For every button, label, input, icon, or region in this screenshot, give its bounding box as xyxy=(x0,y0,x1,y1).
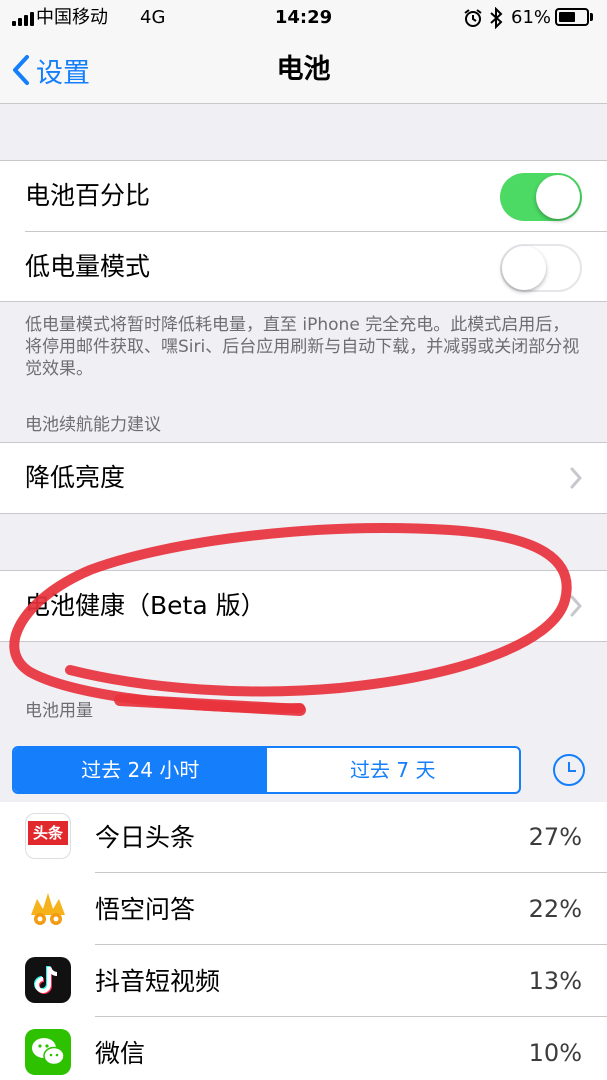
app-percent: 10% xyxy=(528,1039,582,1067)
bluetooth-icon xyxy=(489,6,503,30)
suggestions-header: 电池续航能力建议 xyxy=(25,415,161,435)
alarm-icon xyxy=(463,8,483,28)
tab-past-24-hours[interactable]: 过去 24 小时 xyxy=(14,748,267,792)
row-separator xyxy=(95,944,607,945)
douyin-icon xyxy=(25,957,71,1003)
app-percent: 22% xyxy=(528,895,582,923)
toggle-knob xyxy=(536,175,580,219)
list-item[interactable]: 悟空问答 22% xyxy=(0,874,607,945)
battery-icon xyxy=(555,8,589,26)
app-name: 抖音短视频 xyxy=(95,967,221,996)
low-power-mode-row: 低电量模式 xyxy=(0,232,607,302)
battery-health-label: 电池健康（Beta 版） xyxy=(25,591,266,620)
list-item[interactable]: 微信 10% xyxy=(0,1018,607,1080)
list-item[interactable]: 抖音短视频 13% xyxy=(0,946,607,1017)
battery-health-group: 电池健康（Beta 版） xyxy=(0,570,607,642)
toutiao-icon: 头条 xyxy=(25,813,71,859)
low-power-mode-label: 低电量模式 xyxy=(25,252,151,281)
battery-percentage-toggle[interactable] xyxy=(500,173,582,221)
battery-percent: 61% xyxy=(511,7,552,28)
toggle-group: 电池百分比 低电量模式 xyxy=(0,160,607,302)
row-separator xyxy=(95,872,607,873)
app-usage-list: 头条 今日头条 27% 悟空问答 22% 抖音短视频 13% 微信 10% xyxy=(0,802,607,1080)
app-name: 今日头条 xyxy=(95,823,196,852)
low-power-footnote: 低电量模式将暂时降低耗电量，直至 iPhone 完全充电。此模式启用后，将停用邮… xyxy=(25,315,580,379)
chevron-right-icon xyxy=(570,467,582,489)
wechat-icon xyxy=(25,1029,71,1075)
app-name: 悟空问答 xyxy=(95,895,196,924)
time-range-segmented-control: 过去 24 小时 过去 7 天 xyxy=(12,746,521,794)
suggestions-group: 降低亮度 xyxy=(0,442,607,514)
low-power-mode-toggle[interactable] xyxy=(500,244,582,292)
wukong-icon xyxy=(25,885,71,931)
battery-percentage-row: 电池百分比 xyxy=(0,161,607,231)
tab-past-7-days[interactable]: 过去 7 天 xyxy=(267,748,520,792)
clock-icon[interactable] xyxy=(553,754,585,786)
battery-percentage-label: 电池百分比 xyxy=(25,181,151,210)
list-item[interactable]: 头条 今日头条 27% xyxy=(0,802,607,873)
app-name: 微信 xyxy=(95,1039,146,1068)
chevron-right-icon xyxy=(570,595,582,617)
usage-header: 电池用量 xyxy=(25,701,93,721)
lower-brightness-row[interactable]: 降低亮度 xyxy=(0,443,607,513)
lower-brightness-label: 降低亮度 xyxy=(25,463,126,492)
page-title: 电池 xyxy=(276,54,331,85)
row-separator xyxy=(95,1016,607,1017)
app-percent: 27% xyxy=(528,823,582,851)
toggle-knob xyxy=(502,246,546,290)
battery-cap xyxy=(590,13,593,21)
app-percent: 13% xyxy=(528,967,582,995)
battery-health-row[interactable]: 电池健康（Beta 版） xyxy=(0,571,607,641)
